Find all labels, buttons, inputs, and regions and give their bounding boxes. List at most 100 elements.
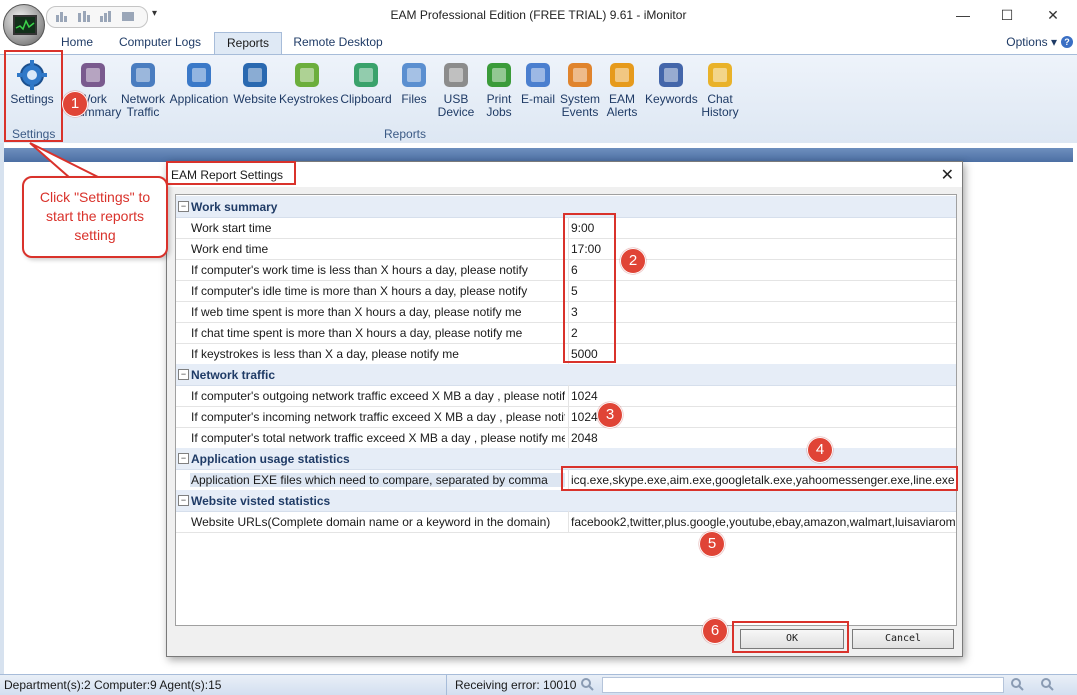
setting-row[interactable]: If computer's total network traffic exce…: [176, 427, 956, 449]
help-icon[interactable]: ?: [1061, 36, 1073, 48]
email-icon: [522, 59, 554, 91]
setting-value: facebook2,twitter,plus.google,youtube,eb…: [571, 515, 955, 529]
setting-row[interactable]: Website URLs(Complete domain name or a k…: [176, 511, 956, 533]
category-name: Network traffic: [191, 368, 276, 382]
printer-icon: [483, 59, 515, 91]
report-button-9[interactable]: E-mail: [520, 59, 556, 106]
setting-value: 5: [571, 284, 578, 298]
app-menu-button[interactable]: [3, 4, 45, 46]
close-window-button[interactable]: ✕: [1030, 0, 1076, 32]
collapse-icon[interactable]: −: [178, 453, 189, 464]
report-button-label: E-mail: [520, 92, 555, 106]
setting-label: If computer's idle time is more than X h…: [191, 284, 528, 298]
status-receiving: Receiving error: 10010: [455, 678, 577, 692]
setting-value: 5000: [571, 347, 598, 361]
report-button-label: Website: [233, 92, 277, 106]
report-button-13[interactable]: Chat History: [698, 59, 742, 119]
step-badge-1: 1: [62, 91, 88, 117]
zoom-out-icon[interactable]: [1010, 677, 1024, 694]
category-name: Application usage statistics: [191, 452, 350, 466]
report-button-8[interactable]: Print Jobs: [482, 59, 516, 119]
keywords-icon: [655, 59, 687, 91]
status-bar: Department(s):2 Computer:9 Agent(s):15 R…: [0, 674, 1077, 695]
setting-row[interactable]: If computer's incoming network traffic e…: [176, 406, 956, 428]
maximize-button[interactable]: ☐: [984, 0, 1030, 32]
setting-value-field[interactable]: 1024: [568, 406, 957, 427]
category-header[interactable]: − Network traffic: [176, 364, 956, 386]
setting-value-field[interactable]: 1024: [568, 385, 957, 406]
cancel-button[interactable]: Cancel: [852, 629, 954, 649]
setting-value-field[interactable]: 5000: [568, 343, 957, 364]
report-button-7[interactable]: USB Device: [437, 59, 475, 119]
category-header[interactable]: − Website visted statistics: [176, 490, 956, 512]
setting-value-field[interactable]: facebook2,twitter,plus.google,youtube,eb…: [568, 511, 957, 532]
setting-value-field[interactable]: 2: [568, 322, 957, 343]
report-button-4[interactable]: Keystrokes: [279, 59, 339, 106]
step-badge-5: 5: [699, 531, 725, 557]
report-button-6[interactable]: Files: [398, 59, 430, 106]
tab-reports[interactable]: Reports: [214, 32, 282, 54]
report-button-label: Clipboard: [340, 92, 392, 106]
clipboard-icon: [350, 59, 382, 91]
setting-value: 2: [571, 326, 578, 340]
usb-icon: [440, 59, 472, 91]
report-button-label-2: Events: [561, 105, 599, 119]
windows-logo-icon: [564, 59, 596, 91]
chat-icon: [704, 59, 736, 91]
setting-value: 2048: [571, 431, 598, 445]
report-button-12[interactable]: Keywords: [645, 59, 698, 106]
options-label: Options: [1006, 35, 1048, 49]
status-counts: Department(s):2 Computer:9 Agent(s):15: [4, 678, 222, 692]
highlight-work-values: [563, 213, 616, 363]
files-icon: [398, 59, 430, 91]
report-button-10[interactable]: System Events: [560, 59, 600, 119]
collapse-icon[interactable]: −: [178, 201, 189, 212]
tab-remote-desktop[interactable]: Remote Desktop: [286, 32, 390, 53]
minimize-button[interactable]: —: [940, 0, 986, 32]
setting-label: Application EXE files which need to comp…: [190, 473, 565, 487]
dialog-close-button[interactable]: ✕: [941, 165, 954, 185]
setting-value: 1024: [571, 389, 598, 403]
report-button-11[interactable]: EAM Alerts: [604, 59, 640, 119]
setting-value-field[interactable]: 9:00: [568, 217, 957, 238]
report-button-label: Keystrokes: [279, 92, 339, 106]
report-button-label-2: Alerts: [606, 105, 638, 119]
setting-label: If computer's incoming network traffic e…: [191, 410, 565, 424]
report-button-5[interactable]: Clipboard: [338, 59, 394, 106]
setting-row[interactable]: If computer's outgoing network traffic e…: [176, 385, 956, 407]
highlight-settings: [4, 50, 63, 142]
step-badge-4: 4: [807, 437, 833, 463]
setting-label: If computer's outgoing network traffic e…: [191, 389, 565, 403]
keystrokes-icon: [291, 59, 323, 91]
report-button-label-2: Device: [437, 105, 475, 119]
alert-icon: [606, 59, 638, 91]
category-name: Website visted statistics: [191, 494, 331, 508]
step-badge-2: 2: [620, 248, 646, 274]
step-badge-3: 3: [597, 402, 623, 428]
report-button-3[interactable]: Website: [231, 59, 279, 106]
setting-label: Work end time: [191, 242, 269, 256]
collapse-icon[interactable]: −: [178, 495, 189, 506]
report-button-label-2: Jobs: [486, 105, 512, 119]
status-divider: [446, 675, 447, 695]
setting-label: If chat time spent is more than X hours …: [191, 326, 523, 340]
category-name: Work summary: [191, 200, 278, 214]
zoom-in-icon[interactable]: [1040, 677, 1054, 694]
setting-value: 1024: [571, 410, 598, 424]
setting-value: 9:00: [571, 221, 595, 235]
zoom-icon[interactable]: [580, 677, 594, 694]
reports-group-label: Reports: [384, 127, 427, 141]
highlight-ok-button: [732, 621, 849, 653]
setting-label: If web time spent is more than X hours a…: [191, 305, 522, 319]
setting-value-field[interactable]: 2048: [568, 427, 957, 448]
setting-value-field[interactable]: 5: [568, 280, 957, 301]
setting-label: If keystrokes is less than X a day, plea…: [191, 347, 459, 361]
collapse-icon[interactable]: −: [178, 369, 189, 380]
report-button-label: Keywords: [645, 92, 698, 106]
setting-label: If computer's work time is less than X h…: [191, 263, 528, 277]
options-menu[interactable]: Options ▾: [1006, 35, 1057, 49]
status-progress-bar: [602, 677, 1004, 693]
setting-label: If computer's total network traffic exce…: [191, 431, 565, 445]
highlight-exe-list: [561, 466, 958, 491]
setting-value-field[interactable]: 3: [568, 301, 957, 322]
